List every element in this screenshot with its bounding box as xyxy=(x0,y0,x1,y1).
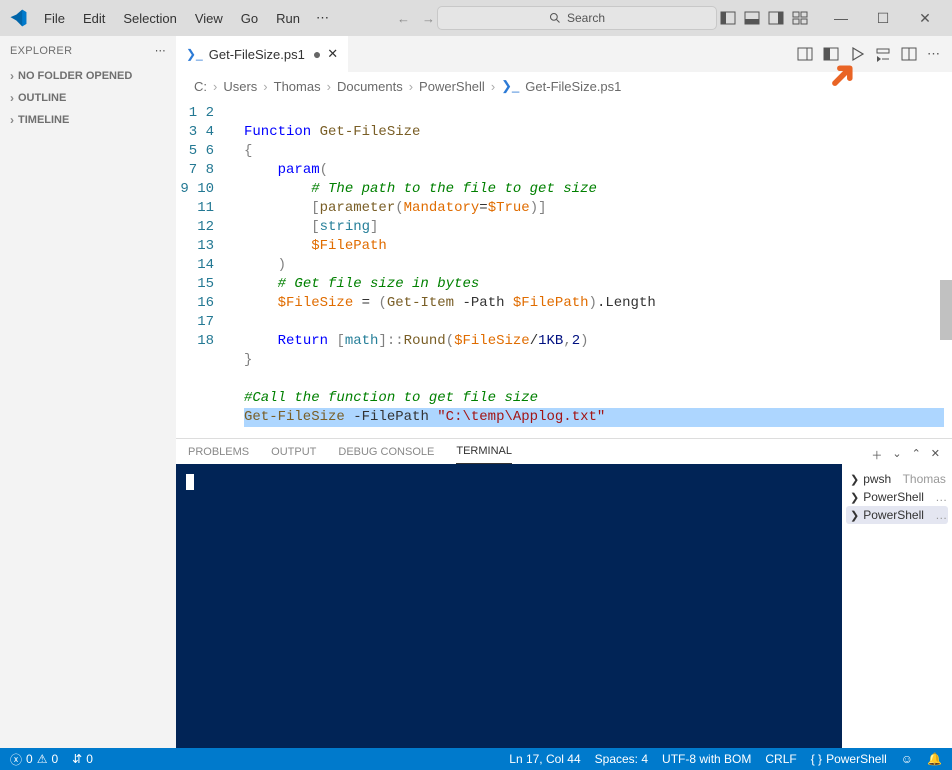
menu-run[interactable]: Run xyxy=(268,7,308,30)
chevron-right-icon xyxy=(10,113,14,127)
panel-tab-problems[interactable]: PROBLEMS xyxy=(188,446,249,464)
nav-forward-icon[interactable]: → xyxy=(422,11,435,26)
status-encoding[interactable]: UTF-8 with BOM xyxy=(662,752,751,766)
code-content[interactable]: Function Get-FileSize { param( # The pat… xyxy=(228,100,952,438)
terminal-cursor xyxy=(186,474,194,490)
status-feedback-icon[interactable]: ☺ xyxy=(901,752,913,766)
new-terminal-icon[interactable]: ＋ xyxy=(871,447,882,463)
status-spaces[interactable]: Spaces: 4 xyxy=(595,752,648,766)
terminal-dropdown-icon[interactable]: ⌄ xyxy=(892,447,901,463)
panel-tab-terminal[interactable]: TERMINAL xyxy=(456,445,512,464)
workspace: EXPLORER ⋯ NO FOLDER OPENED OUTLINE TIME… xyxy=(0,36,952,748)
tab-get-filesize[interactable]: ❯_ Get-FileSize.ps1 ● ✕ xyxy=(176,36,348,72)
run-selection-icon[interactable] xyxy=(875,46,891,62)
toggle-primary-sidebar-icon[interactable] xyxy=(719,9,737,27)
customize-layout-icon[interactable] xyxy=(791,9,809,27)
status-lncol[interactable]: Ln 17, Col 44 xyxy=(509,752,580,766)
vscode-logo xyxy=(8,8,28,28)
status-errors[interactable]: ⓧ 0 ⚠ 0 xyxy=(10,751,58,768)
window-minimize-icon[interactable]: — xyxy=(827,10,855,27)
search-icon xyxy=(549,12,561,24)
terminal-item-pwsh[interactable]: ❯pwsh Thomas xyxy=(846,470,948,488)
menu-overflow[interactable]: ⋯ xyxy=(310,6,335,30)
editor-area: ❯_ Get-FileSize.ps1 ● ✕ ⋯ ➜ C:› Users› T… xyxy=(176,36,952,748)
section-outline[interactable]: OUTLINE xyxy=(0,87,176,109)
menu-edit[interactable]: Edit xyxy=(75,7,113,30)
status-language[interactable]: { } PowerShell xyxy=(811,752,887,766)
editor-scrollbar[interactable] xyxy=(940,280,952,340)
terminal-list: ❯pwsh Thomas ❯PowerShell … ❯PowerShell … xyxy=(842,464,952,748)
terminal-view[interactable] xyxy=(176,464,842,748)
editor-tab-bar: ❯_ Get-FileSize.ps1 ● ✕ ⋯ ➜ xyxy=(176,36,952,72)
terminal-icon: ❯ xyxy=(850,473,859,486)
explorer-sidebar: EXPLORER ⋯ NO FOLDER OPENED OUTLINE TIME… xyxy=(0,36,176,748)
code-editor[interactable]: 1 2 3 4 5 6 7 8 9 10 11 12 13 14 15 16 1… xyxy=(176,100,952,438)
toggle-panel-icon-editor[interactable] xyxy=(823,46,839,62)
status-bell-icon[interactable]: 🔔 xyxy=(927,752,942,766)
line-number-gutter: 1 2 3 4 5 6 7 8 9 10 11 12 13 14 15 16 1… xyxy=(176,100,228,438)
panel-tab-output[interactable]: OUTPUT xyxy=(271,446,316,464)
window-close-icon[interactable]: ✕ xyxy=(911,10,939,27)
toggle-secondary-sidebar-icon[interactable] xyxy=(767,9,785,27)
menu-file[interactable]: File xyxy=(36,7,73,30)
minimap[interactable] xyxy=(870,104,940,164)
maximize-panel-icon[interactable]: ⌃ xyxy=(912,447,921,463)
bottom-panel: PROBLEMS OUTPUT DEBUG CONSOLE TERMINAL ＋… xyxy=(176,438,952,748)
split-editor-right-icon[interactable] xyxy=(797,46,813,62)
status-bar: ⓧ 0 ⚠ 0 ⇵ 0 Ln 17, Col 44 Spaces: 4 UTF-… xyxy=(0,748,952,770)
section-no-folder[interactable]: NO FOLDER OPENED xyxy=(0,65,176,87)
terminal-icon: ❯ xyxy=(850,509,859,522)
close-panel-icon[interactable]: ✕ xyxy=(931,447,940,463)
dirty-indicator-icon: ● xyxy=(313,46,321,62)
search-placeholder: Search xyxy=(567,11,605,25)
menu-selection[interactable]: Selection xyxy=(115,7,184,30)
powershell-file-icon: ❯_ xyxy=(186,47,203,61)
editor-more-icon[interactable]: ⋯ xyxy=(927,46,940,62)
menu-go[interactable]: Go xyxy=(233,7,266,30)
menu-view[interactable]: View xyxy=(187,7,231,30)
explorer-more-icon[interactable]: ⋯ xyxy=(155,44,166,57)
powershell-file-icon: ❯_ xyxy=(501,78,519,94)
tab-close-icon[interactable]: ✕ xyxy=(327,46,338,62)
window-maximize-icon[interactable]: ☐ xyxy=(869,10,897,27)
section-timeline[interactable]: TIMELINE xyxy=(0,109,176,131)
terminal-item-powershell-2[interactable]: ❯PowerShell … xyxy=(846,506,948,524)
terminal-item-powershell-1[interactable]: ❯PowerShell … xyxy=(846,488,948,506)
explorer-title: EXPLORER xyxy=(10,45,72,57)
chevron-right-icon xyxy=(10,91,14,105)
title-bar: File Edit Selection View Go Run ⋯ ← → Se… xyxy=(0,0,952,36)
status-ports[interactable]: ⇵ 0 xyxy=(72,752,93,766)
chevron-right-icon xyxy=(10,69,14,83)
terminal-icon: ❯ xyxy=(850,491,859,504)
toggle-panel-icon[interactable] xyxy=(743,9,761,27)
status-eol[interactable]: CRLF xyxy=(765,752,796,766)
tab-label: Get-FileSize.ps1 xyxy=(209,47,305,62)
panel-tab-debug-console[interactable]: DEBUG CONSOLE xyxy=(338,446,434,464)
breadcrumbs[interactable]: C:› Users› Thomas› Documents› PowerShell… xyxy=(176,72,952,100)
nav-back-icon[interactable]: ← xyxy=(397,11,410,26)
run-icon[interactable] xyxy=(849,46,865,62)
split-editor-icon[interactable] xyxy=(901,46,917,62)
search-command-center[interactable]: Search xyxy=(437,6,717,30)
